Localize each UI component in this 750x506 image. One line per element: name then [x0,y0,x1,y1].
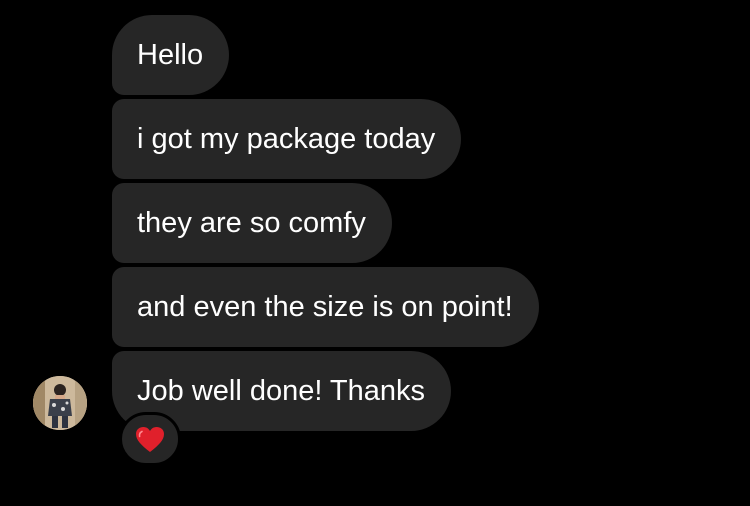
message-text: they are so comfy [137,207,366,239]
message-bubble[interactable]: i got my package today [112,99,462,179]
user-avatar-icon [33,376,87,430]
message-bubble[interactable]: Hello [112,15,230,95]
message-bubble[interactable]: they are so comfy [112,183,392,263]
message-text: Hello [137,39,204,71]
message-text: and even the size is on point! [137,291,513,323]
message-reaction[interactable] [119,412,181,466]
message-text: i got my package today [137,123,436,155]
message-bubble[interactable]: and even the size is on point! [112,267,539,347]
sender-avatar[interactable] [33,376,87,430]
message-thread: Hello i got my package today they are so… [0,0,750,506]
red-heart-icon [136,426,164,452]
message-text: Job well done! Thanks [137,375,426,407]
